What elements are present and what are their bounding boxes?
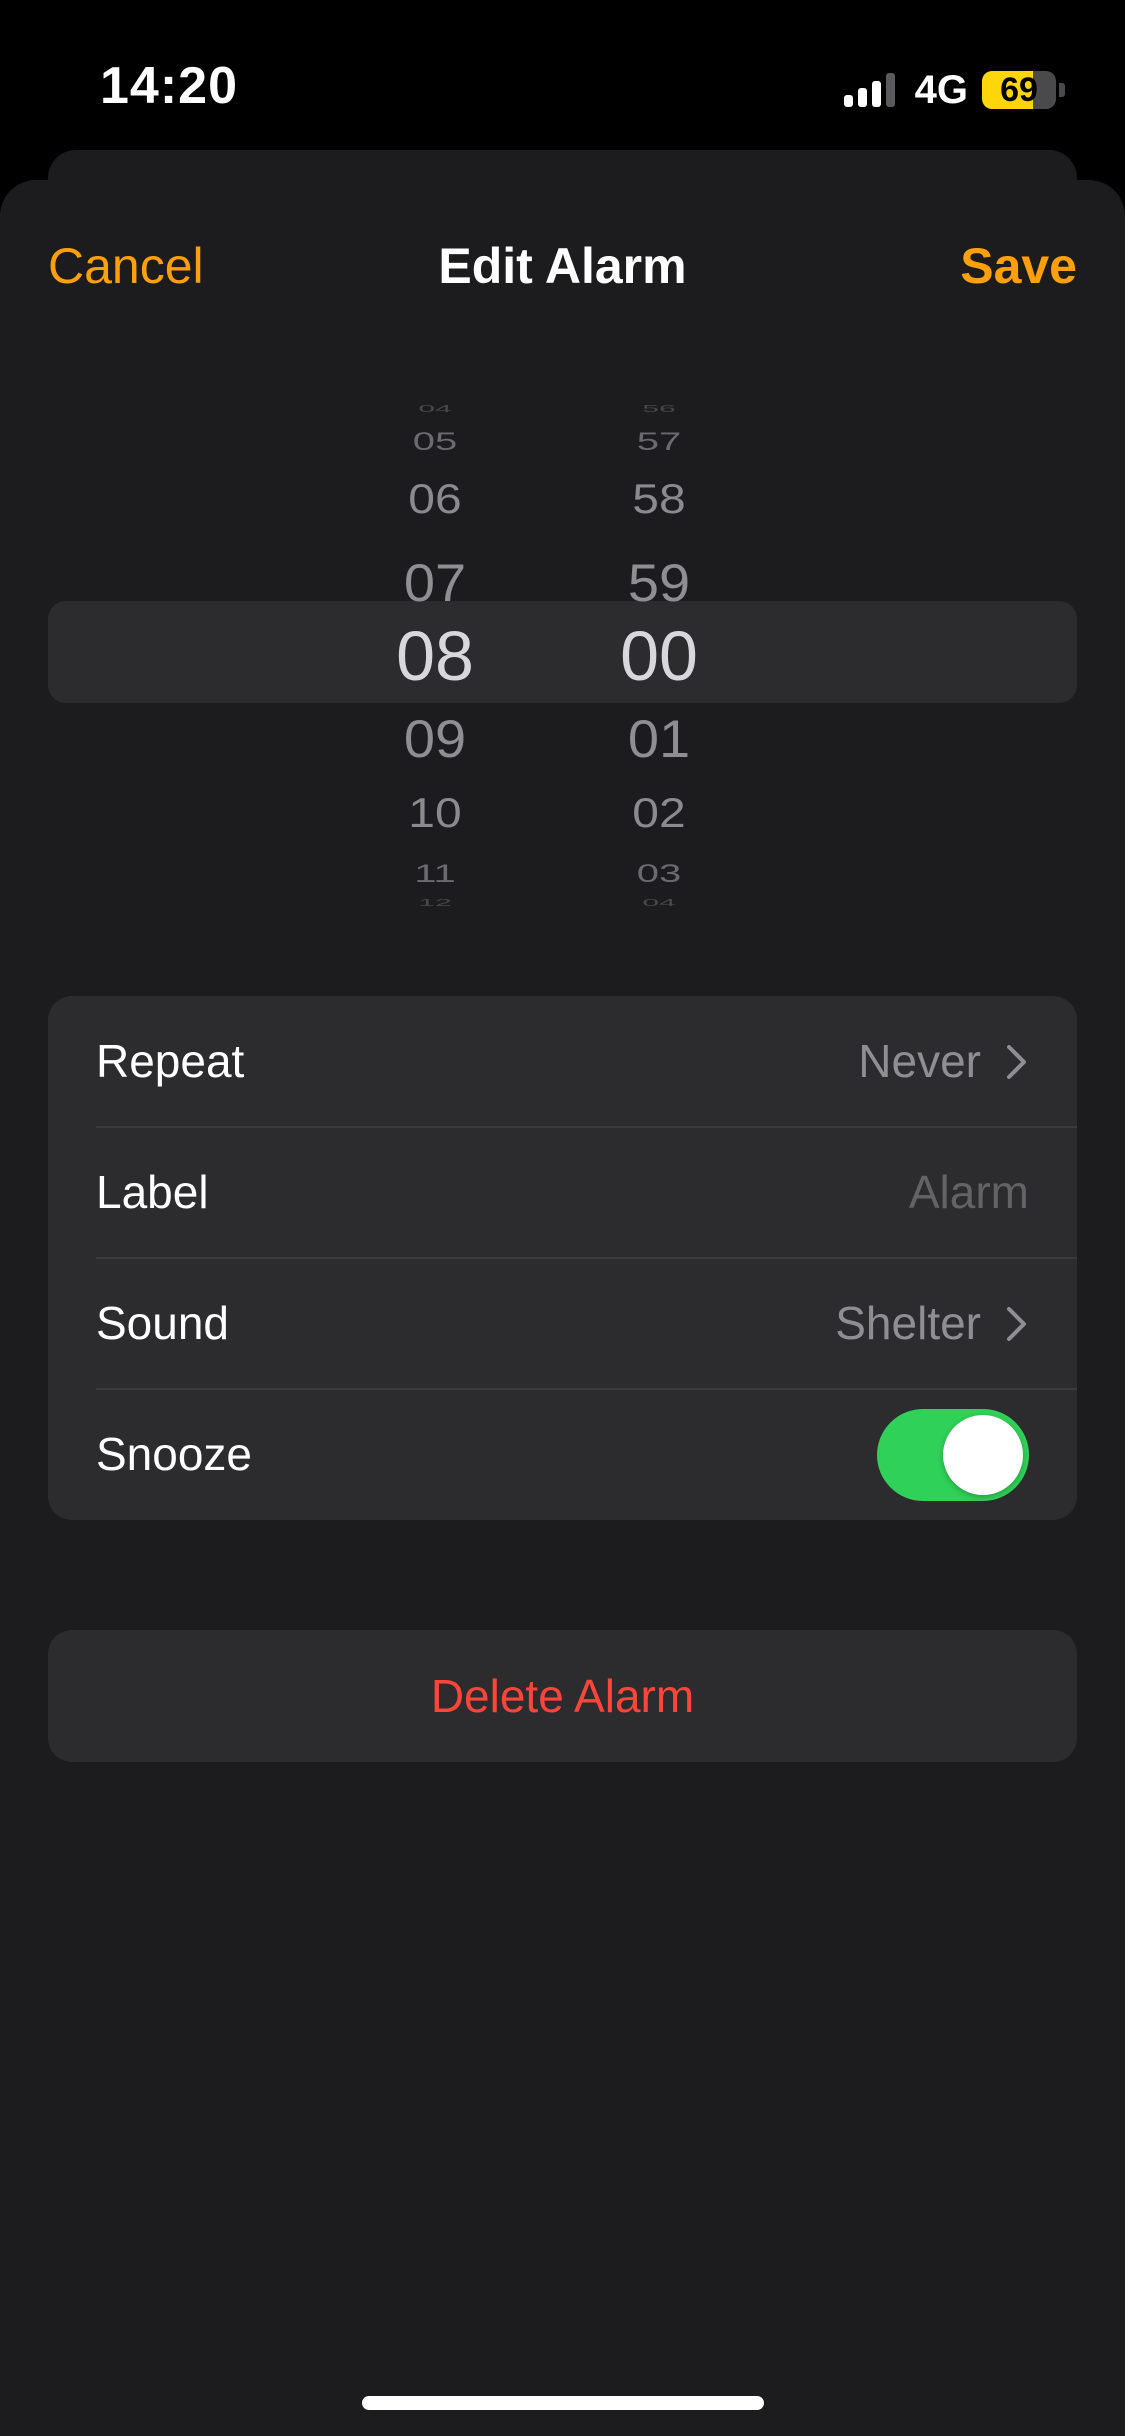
hour-wheel[interactable]: 04 05 06 07 08 09 10 11 12 bbox=[360, 398, 510, 938]
repeat-label: Repeat bbox=[96, 1035, 245, 1087]
status-time: 14:20 bbox=[100, 57, 238, 115]
minute-option[interactable]: 03 bbox=[584, 860, 734, 887]
minute-option[interactable]: 59 bbox=[584, 552, 734, 615]
hour-option[interactable]: 10 bbox=[360, 788, 510, 840]
repeat-row[interactable]: Repeat Never bbox=[48, 996, 1077, 1127]
battery-percentage: 69 bbox=[1000, 71, 1038, 109]
status-bar: 14:20 4G 69 bbox=[0, 0, 1125, 150]
sound-label: Sound bbox=[96, 1297, 230, 1349]
status-indicators: 4G 69 bbox=[839, 68, 1065, 112]
hour-option[interactable]: 09 bbox=[360, 708, 510, 771]
hour-option[interactable]: 05 bbox=[360, 428, 510, 455]
home-indicator[interactable] bbox=[362, 2396, 764, 2410]
repeat-value: Never bbox=[858, 1035, 981, 1087]
network-type: 4G bbox=[914, 68, 968, 112]
minute-option[interactable]: 04 bbox=[584, 898, 734, 908]
cellular-signal-icon bbox=[839, 73, 895, 107]
snooze-label: Snooze bbox=[96, 1428, 253, 1480]
sound-value: Shelter bbox=[835, 1297, 981, 1349]
selected-minute[interactable]: 00 bbox=[584, 616, 734, 696]
snooze-toggle[interactable] bbox=[877, 1409, 1029, 1501]
hour-option[interactable]: 07 bbox=[360, 552, 510, 615]
hour-option[interactable]: 11 bbox=[360, 860, 510, 887]
label-row[interactable]: Label bbox=[48, 1127, 1077, 1258]
hour-option[interactable]: 06 bbox=[360, 474, 510, 526]
sound-row[interactable]: Sound Shelter bbox=[48, 1258, 1077, 1389]
label-label: Label bbox=[96, 1166, 209, 1218]
minute-option[interactable]: 57 bbox=[584, 428, 734, 455]
battery-cap bbox=[1059, 83, 1065, 97]
delete-alarm-button[interactable]: Delete Alarm bbox=[48, 1630, 1077, 1762]
hour-option[interactable]: 04 bbox=[360, 404, 510, 415]
minute-option[interactable]: 56 bbox=[584, 404, 734, 415]
edit-alarm-sheet: Edit Alarm Cancel Save 04 05 06 07 08 09… bbox=[0, 180, 1125, 2436]
snooze-row: Snooze bbox=[48, 1389, 1077, 1520]
selected-hour[interactable]: 08 bbox=[360, 616, 510, 696]
alarm-settings-group: Repeat Never Label Sound Shelter Snooze bbox=[48, 996, 1077, 1520]
minute-option[interactable]: 02 bbox=[584, 788, 734, 840]
save-button[interactable]: Save bbox=[960, 234, 1077, 298]
chevron-right-icon bbox=[1007, 1307, 1026, 1341]
minute-option[interactable]: 01 bbox=[584, 708, 734, 771]
battery-icon: 69 bbox=[982, 71, 1056, 109]
minute-option[interactable]: 58 bbox=[584, 474, 734, 526]
time-picker[interactable]: 04 05 06 07 08 09 10 11 12 56 57 58 59 0… bbox=[0, 398, 1125, 938]
cancel-button[interactable]: Cancel bbox=[48, 234, 204, 298]
alarm-label-input[interactable] bbox=[429, 1159, 1029, 1225]
minute-wheel[interactable]: 56 57 58 59 00 01 02 03 04 bbox=[584, 398, 734, 938]
toggle-knob bbox=[943, 1415, 1023, 1495]
hour-option[interactable]: 12 bbox=[360, 898, 510, 908]
chevron-right-icon bbox=[1007, 1045, 1026, 1079]
picker-selection-highlight bbox=[48, 601, 1077, 703]
